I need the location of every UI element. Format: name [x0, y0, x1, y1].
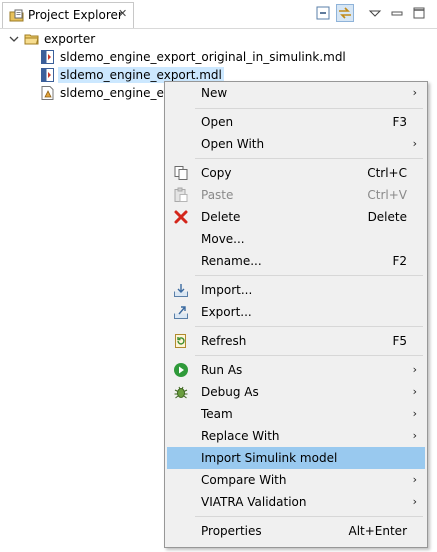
menu-separator [195, 355, 423, 356]
menu-item-open[interactable]: Open F3 [167, 111, 425, 133]
delete-icon [173, 209, 189, 225]
tree-label: exporter [44, 32, 96, 46]
menu-item-import-simulink-model[interactable]: Import Simulink model [167, 447, 425, 469]
menu-item-compare-with[interactable]: Compare With › [167, 469, 425, 491]
refresh-icon [173, 333, 189, 349]
copy-icon [173, 165, 189, 181]
project-folder-icon [24, 31, 40, 47]
menu-item-export[interactable]: Export... [167, 301, 425, 323]
paste-icon [173, 187, 189, 203]
view-tab-bar: Project Explorer ✕ [0, 0, 437, 29]
menu-separator [195, 275, 423, 276]
chevron-right-icon: › [412, 137, 417, 150]
collapse-all-icon[interactable] [314, 4, 332, 22]
link-with-editor-icon[interactable] [336, 4, 354, 22]
menu-item-refresh[interactable]: Refresh F5 [167, 330, 425, 352]
chevron-right-icon: › [412, 473, 417, 486]
maximize-icon[interactable] [410, 4, 428, 22]
export-icon [173, 304, 189, 320]
mdl-file-icon [40, 49, 56, 65]
menu-item-run-as[interactable]: Run As › [167, 359, 425, 381]
tree-label: sldemo_engine_export_original_in_simulin… [60, 50, 346, 64]
view-menu-icon[interactable] [366, 4, 384, 22]
tab-project-explorer[interactable]: Project Explorer ✕ [2, 2, 134, 28]
context-menu: New › Open F3 Open With › Copy Ctrl+C Pa… [164, 81, 428, 548]
bug-icon [173, 384, 189, 400]
chevron-right-icon: › [412, 495, 417, 508]
close-icon[interactable]: ✕ [118, 7, 127, 20]
menu-item-import[interactable]: Import... [167, 279, 425, 301]
project-explorer-icon [9, 8, 25, 24]
menu-item-viatra-validation[interactable]: VIATRA Validation › [167, 491, 425, 513]
menu-item-new[interactable]: New › [167, 82, 425, 104]
import-icon [173, 282, 189, 298]
menu-item-team[interactable]: Team › [167, 403, 425, 425]
menu-item-delete[interactable]: Delete Delete [167, 206, 425, 228]
chevron-right-icon: › [412, 407, 417, 420]
menu-item-properties[interactable]: Properties Alt+Enter [167, 520, 425, 542]
menu-item-debug-as[interactable]: Debug As › [167, 381, 425, 403]
menu-item-move[interactable]: Move... [167, 228, 425, 250]
model-file-icon [40, 85, 56, 101]
menu-item-open-with[interactable]: Open With › [167, 133, 425, 155]
chevron-right-icon: › [412, 429, 417, 442]
menu-item-paste[interactable]: Paste Ctrl+V [167, 184, 425, 206]
minimize-icon[interactable] [388, 4, 406, 22]
tab-title: Project Explorer [28, 8, 123, 22]
menu-item-copy[interactable]: Copy Ctrl+C [167, 162, 425, 184]
menu-item-replace-with[interactable]: Replace With › [167, 425, 425, 447]
menu-separator [195, 158, 423, 159]
mdl-file-icon [40, 67, 56, 83]
run-icon [173, 362, 189, 378]
chevron-right-icon: › [412, 86, 417, 99]
chevron-right-icon: › [412, 363, 417, 376]
menu-separator [195, 108, 423, 109]
menu-separator [195, 326, 423, 327]
chevron-right-icon: › [412, 385, 417, 398]
menu-item-rename[interactable]: Rename... F2 [167, 250, 425, 272]
chevron-down-icon[interactable] [8, 33, 20, 45]
menu-separator [195, 516, 423, 517]
